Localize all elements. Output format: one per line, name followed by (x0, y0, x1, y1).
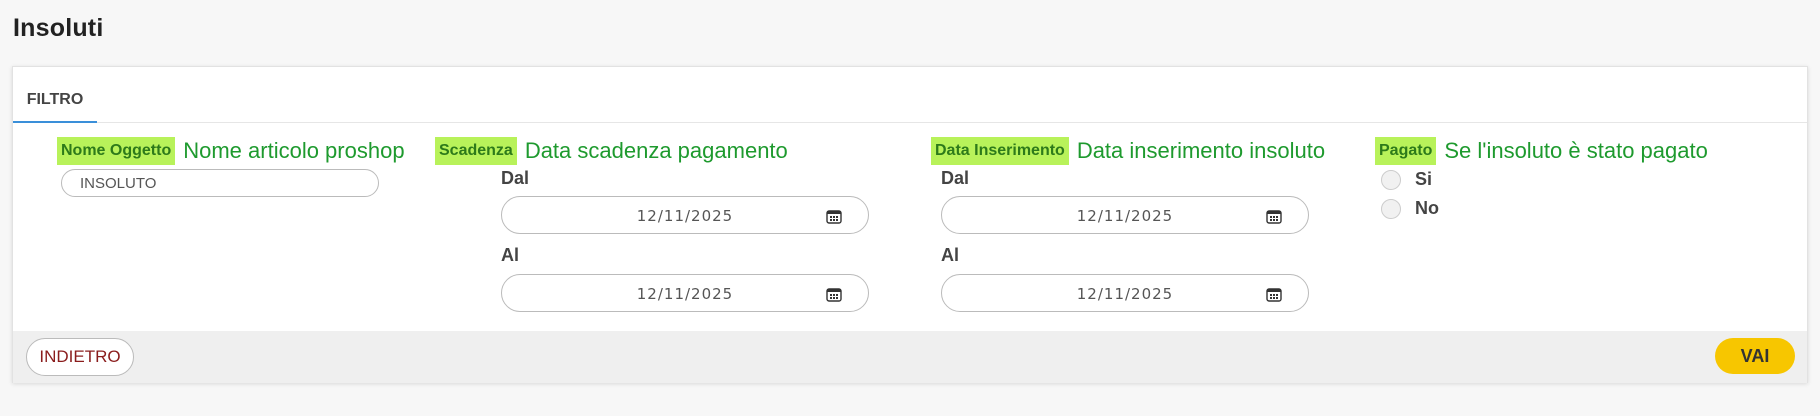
field-label-data-inserimento: Data Inserimento (931, 137, 1069, 165)
data-inserimento-from-label: Dal (941, 168, 970, 188)
radio-option-no[interactable]: No (1381, 198, 1439, 219)
calendar-icon[interactable] (826, 209, 842, 224)
field-description-nome-oggetto: Nome articolo proshop (183, 138, 405, 163)
tab-bar: FILTRO (13, 67, 1807, 123)
radio-label-si: Si (1415, 169, 1433, 189)
scadenza-from-label: Dal (501, 168, 530, 188)
scadenza-to-date-input[interactable]: 12/11/2025 (501, 274, 869, 312)
calendar-icon[interactable] (826, 287, 842, 302)
data-inserimento-to-label: Al (941, 245, 959, 265)
field-description-scadenza: Data scadenza pagamento (524, 138, 788, 163)
filter-panel: FILTRO Nome Oggetto Nome articolo prosho… (12, 66, 1808, 383)
field-header-nome-oggetto: Nome Oggetto Nome articolo proshop (57, 137, 405, 165)
radio-no[interactable] (1381, 198, 1401, 219)
go-button[interactable]: VAI (1715, 338, 1795, 374)
calendar-icon[interactable] (1266, 287, 1282, 302)
scadenza-from-date-value: 12/11/2025 (636, 207, 734, 225)
page-title: Insoluti (13, 14, 104, 42)
field-description-data-inserimento: Data inserimento insoluto (1076, 138, 1326, 163)
field-header-pagato: Pagato Se l'insoluto è stato pagato (1375, 137, 1708, 165)
panel-footer: INDIETRO VAI (13, 331, 1807, 383)
tab-filtro[interactable]: FILTRO (13, 67, 97, 123)
field-label-scadenza: Scadenza (435, 137, 517, 165)
data-inserimento-from-date-input[interactable]: 12/11/2025 (941, 196, 1309, 234)
field-label-pagato: Pagato (1375, 137, 1437, 165)
back-button[interactable]: INDIETRO (26, 338, 134, 376)
radio-label-no: No (1415, 198, 1439, 218)
field-description-pagato: Se l'insoluto è stato pagato (1444, 138, 1708, 163)
radio-si[interactable] (1381, 169, 1401, 190)
field-header-data-inserimento: Data Inserimento Data inserimento insolu… (931, 137, 1325, 165)
calendar-icon[interactable] (1266, 209, 1282, 224)
field-header-scadenza: Scadenza Data scadenza pagamento (435, 137, 788, 165)
nome-oggetto-input[interactable]: INSOLUTO (61, 169, 379, 197)
data-inserimento-to-date-value: 12/11/2025 (1076, 285, 1174, 303)
data-inserimento-to-date-input[interactable]: 12/11/2025 (941, 274, 1309, 312)
radio-option-si[interactable]: Si (1381, 169, 1432, 190)
field-label-nome-oggetto: Nome Oggetto (57, 137, 176, 165)
data-inserimento-from-date-value: 12/11/2025 (1076, 207, 1174, 225)
scadenza-to-date-value: 12/11/2025 (636, 285, 734, 303)
scadenza-to-label: Al (501, 245, 519, 265)
scadenza-from-date-input[interactable]: 12/11/2025 (501, 196, 869, 234)
